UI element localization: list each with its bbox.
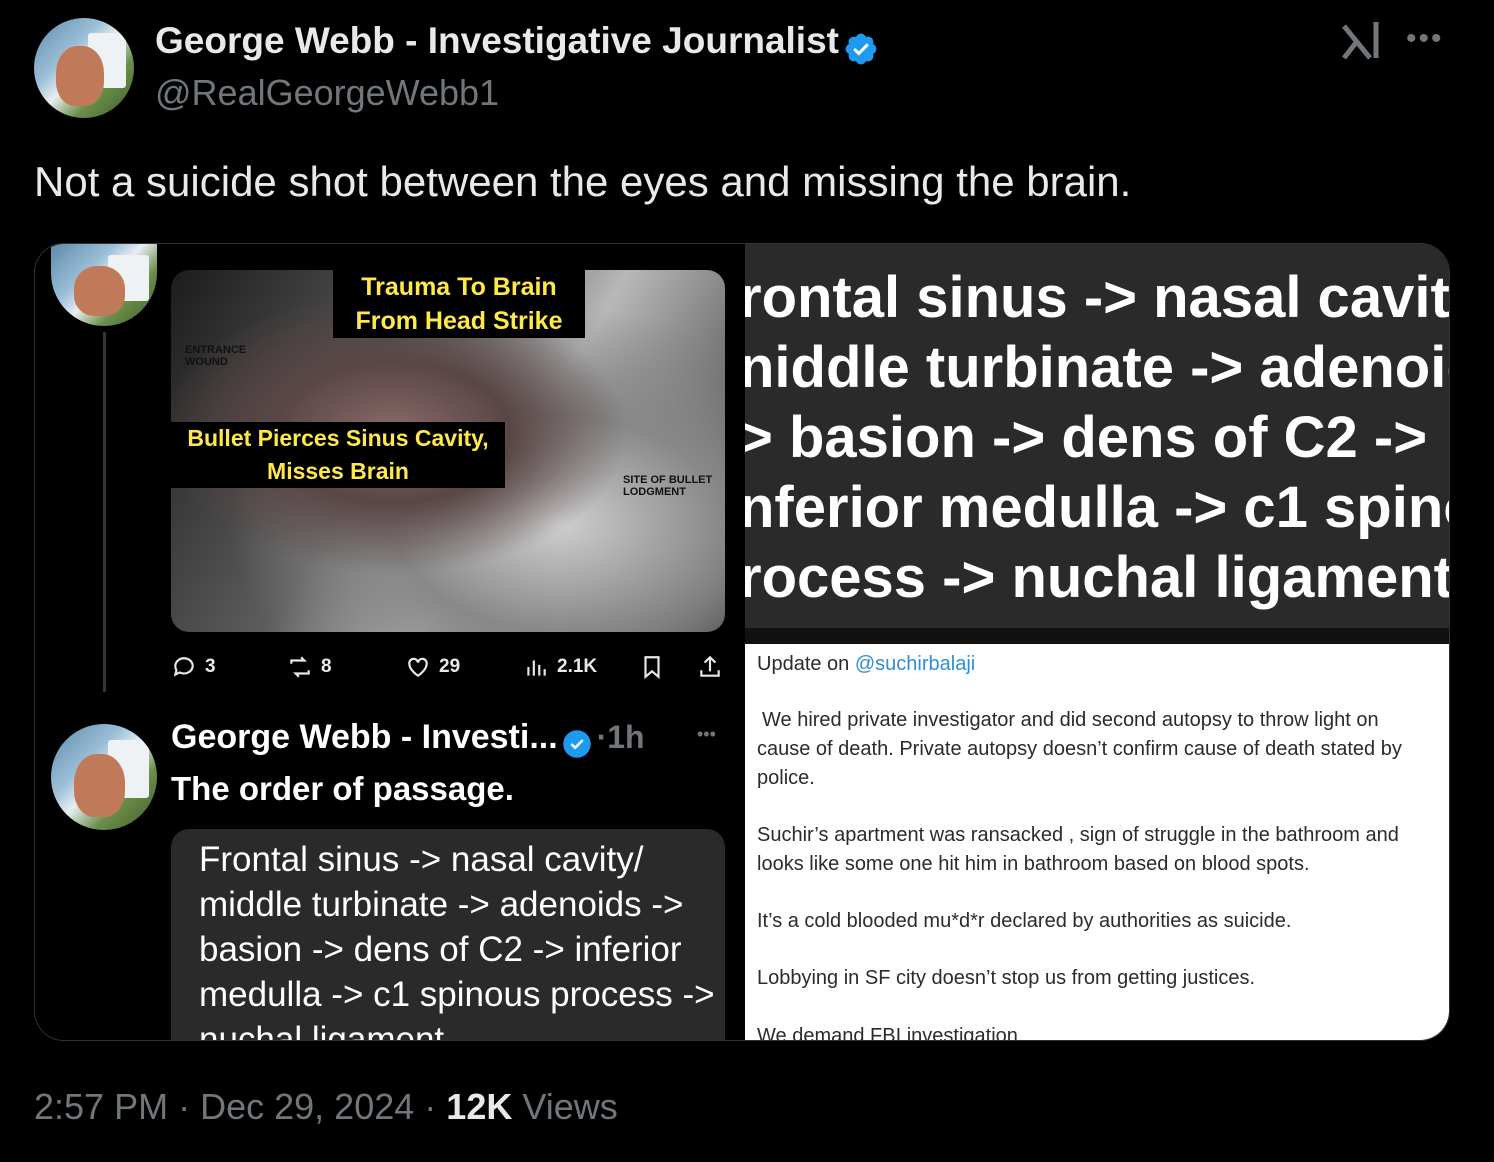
- reply-count: 3: [205, 656, 216, 677]
- reply-author-name[interactable]: George Webb - Investi...: [171, 718, 558, 756]
- reply-dot: ·: [596, 719, 608, 755]
- media-right-image[interactable]: rontal sinus -> nasal cavity niddle turb…: [745, 244, 1449, 1040]
- more-options-icon[interactable]: •••: [1406, 22, 1444, 56]
- author-avatar[interactable]: [34, 18, 134, 118]
- analytics-icon: [527, 660, 546, 676]
- reply-more-icon[interactable]: •••: [697, 724, 716, 745]
- tweet-metadata: 2:57 PM · Dec 29, 2024 · 12K Views: [34, 1086, 618, 1128]
- reply-verified-icon: [563, 730, 591, 758]
- like-stat[interactable]: 29: [405, 654, 460, 680]
- sep-2: ·: [424, 1086, 437, 1127]
- repost-stat[interactable]: 8: [287, 654, 332, 680]
- grok-icon[interactable]: [1340, 20, 1382, 62]
- tweet-text: Not a suicide shot between the eyes and …: [34, 158, 1132, 205]
- zoom-line-4: nferior medulla -> c1 spinou: [745, 475, 1449, 540]
- views-count: 2.1K: [557, 656, 598, 677]
- thread-line: [103, 332, 106, 692]
- divider: [745, 628, 1449, 644]
- zoom-line-3: > basion -> dens of C2 ->: [745, 405, 1428, 470]
- repost-icon: [290, 656, 310, 678]
- trauma-label: Trauma To Brain From Head Strike: [333, 270, 585, 338]
- statement-para-1: We hired private investigator and did se…: [757, 709, 1402, 789]
- reply-icon: [173, 657, 194, 677]
- zoom-line-2: niddle turbinate -> adenoid: [745, 335, 1449, 400]
- views-number: 12K: [446, 1086, 513, 1127]
- views-stat[interactable]: 2.1K: [523, 654, 597, 680]
- views-label: Views: [522, 1086, 618, 1127]
- reply-stat[interactable]: 3: [171, 654, 216, 680]
- statement-para-5: We demand FBI investigation: [757, 1025, 1018, 1040]
- statement-para-4: Lobbying in SF city doesn’t stop us from…: [757, 967, 1256, 989]
- bullet-label: Bullet Pierces Sinus Cavity, Misses Brai…: [171, 422, 505, 488]
- quoted-avatar-top: [51, 244, 157, 326]
- entrance-wound-label: ENTRANCE WOUND: [185, 344, 247, 368]
- like-count: 29: [439, 656, 461, 677]
- bullet-site-label: SITE OF BULLET LODGMENT: [623, 474, 713, 498]
- share-icon[interactable]: [697, 654, 723, 680]
- verified-badge-icon: [846, 33, 877, 65]
- reply-avatar[interactable]: [51, 724, 157, 830]
- order-text: Frontal sinus -> nasal cavity/ middle tu…: [199, 840, 715, 1041]
- order-text-image: Frontal sinus -> nasal cavity/ middle tu…: [171, 829, 725, 1041]
- reply-header: George Webb - Investi... ·1h: [171, 718, 645, 759]
- tweet-date[interactable]: Dec 29, 2024: [200, 1086, 414, 1127]
- tweet-time[interactable]: 2:57 PM: [34, 1086, 168, 1127]
- reply-age[interactable]: 1h: [607, 719, 644, 755]
- sep-1: ·: [178, 1086, 191, 1127]
- heart-icon: [408, 657, 428, 677]
- repost-count: 8: [321, 656, 332, 677]
- author-name[interactable]: George Webb - Investigative Journalist: [155, 20, 839, 61]
- media-card[interactable]: Trauma To Brain From Head Strike Bullet …: [34, 243, 1450, 1041]
- update-line: Update on @suchirbalaji: [757, 653, 976, 675]
- xray-image: Trauma To Brain From Head Strike Bullet …: [171, 270, 725, 632]
- author-handle[interactable]: @RealGeorgeWebb1: [155, 72, 499, 114]
- family-statement: Update on @suchirbalaji We hired private…: [745, 644, 1449, 1040]
- author-name-row: George Webb - Investigative Journalist: [155, 20, 879, 67]
- bookmark-icon[interactable]: [639, 654, 665, 680]
- zoomed-order-text: rontal sinus -> nasal cavity niddle turb…: [745, 244, 1449, 628]
- reply-text: The order of passage.: [171, 770, 514, 807]
- suchir-mention: @suchirbalaji: [854, 653, 976, 675]
- statement-para-3: It’s a cold blooded mu*d*r declared by a…: [757, 910, 1292, 932]
- media-left-image[interactable]: Trauma To Brain From Head Strike Bullet …: [35, 244, 745, 1040]
- zoom-line-5: rocess -> nuchal ligament: [745, 545, 1449, 610]
- zoom-line-1: rontal sinus -> nasal cavity: [745, 265, 1449, 330]
- statement-para-2: Suchir’s apartment was ransacked , sign …: [757, 824, 1399, 875]
